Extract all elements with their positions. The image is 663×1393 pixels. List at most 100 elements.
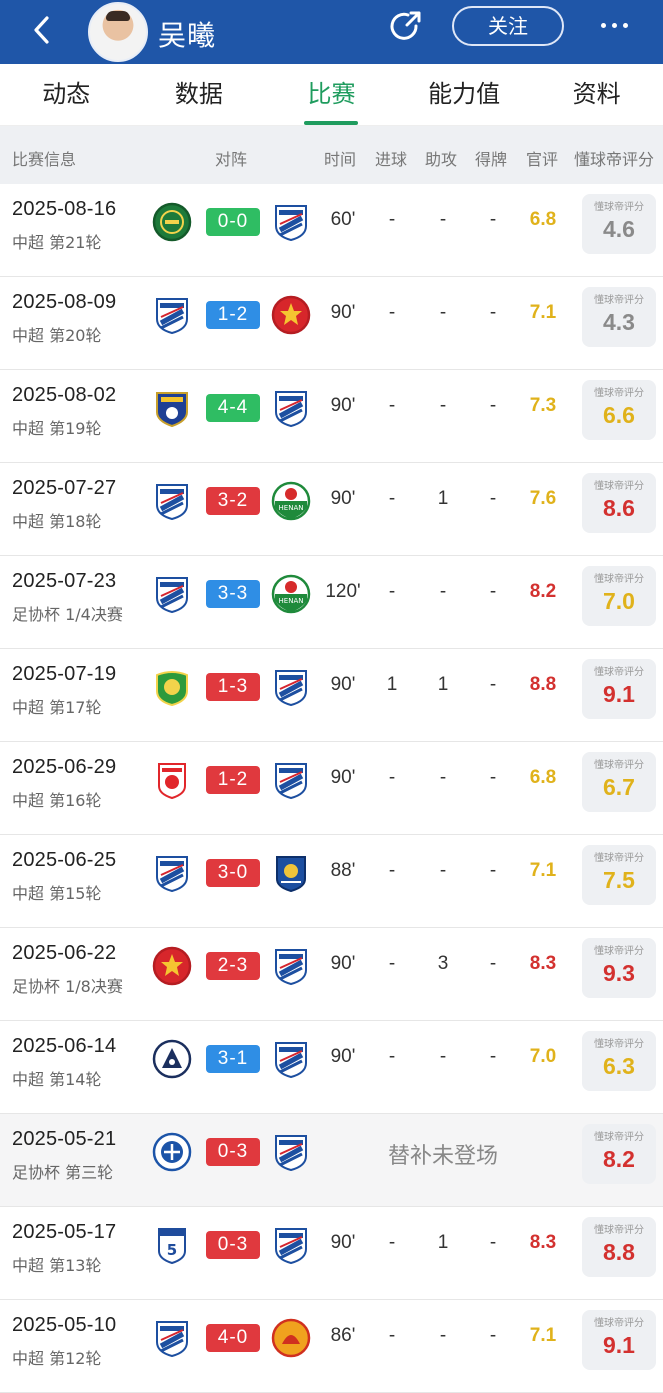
match-row[interactable]: 2025-05-10 中超 第12轮 4-0 86' - - - 7.1 懂球帝评分 9.1 <box>0 1300 663 1393</box>
assists-value: 1 <box>437 1232 449 1253</box>
match-score[interactable]: 3-2 <box>206 487 260 515</box>
match-score[interactable]: 4-4 <box>206 394 260 422</box>
match-row[interactable]: 2025-05-17 中超 第13轮 5 0-3 90' - 1 - 8.3 懂球帝评分 8.8 <box>0 1207 663 1300</box>
home-team-crest[interactable] <box>152 1132 192 1172</box>
dqd-rating-badge[interactable]: 懂球帝评分 9.1 <box>582 1310 656 1370</box>
away-team-crest[interactable] <box>271 853 311 893</box>
away-team-crest[interactable] <box>271 1039 311 1079</box>
away-team-crest[interactable] <box>271 667 311 707</box>
match-row[interactable]: 2025-07-19 中超 第17轮 1-3 90' 1 1 - 8.8 懂球帝评分 9.1 <box>0 649 663 742</box>
home-team-crest[interactable] <box>152 295 192 335</box>
away-team-crest[interactable] <box>271 1132 311 1172</box>
player-name: 吴曦 <box>158 19 217 52</box>
match-date: 2025-07-19 <box>12 663 117 685</box>
match-row[interactable]: 2025-08-09 中超 第20轮 1-2 90' - - - 7.1 懂球帝评分 4.3 <box>0 277 663 370</box>
away-team-crest[interactable]: HENAN <box>271 481 311 521</box>
home-team-crest[interactable] <box>152 388 192 428</box>
home-team-crest[interactable]: 5 <box>152 1225 192 1265</box>
col-assists: 助攻 <box>425 150 458 169</box>
dqd-rating-badge[interactable]: 懂球帝评分 9.3 <box>582 938 656 998</box>
dqd-rating-badge[interactable]: 懂球帝评分 8.8 <box>582 1217 656 1277</box>
dqd-rating-badge[interactable]: 懂球帝评分 9.1 <box>582 659 656 719</box>
match-row[interactable]: 2025-06-29 中超 第16轮 1-2 90' - - - 6.8 懂球帝评分 6.7 <box>0 742 663 835</box>
assists-value: - <box>439 395 447 416</box>
match-competition: 中超 第20轮 <box>12 326 102 345</box>
follow-button[interactable]: 关注 <box>452 6 564 46</box>
goals-value: - <box>388 581 396 602</box>
match-score[interactable]: 1-3 <box>206 673 260 701</box>
minutes-played: 120' <box>325 581 361 602</box>
match-score[interactable]: 1-2 <box>206 766 260 794</box>
match-score[interactable]: 0-0 <box>206 208 260 236</box>
home-team-crest[interactable] <box>152 946 192 986</box>
home-team-crest[interactable] <box>152 1039 192 1079</box>
cards-value: - <box>489 1046 497 1067</box>
tab-stats[interactable]: 数据 <box>133 64 266 125</box>
tab-news[interactable]: 动态 <box>0 64 133 125</box>
match-score[interactable]: 4-0 <box>206 1324 260 1352</box>
away-team-crest[interactable] <box>271 1225 311 1265</box>
col-cards: 得牌 <box>475 150 508 169</box>
match-row[interactable]: 2025-07-27 中超 第18轮 3-2 HENAN 90' - 1 - 7.6 懂球帝评分 8… <box>0 463 663 556</box>
match-score[interactable]: 2-3 <box>206 952 260 980</box>
away-team-crest[interactable] <box>271 295 311 335</box>
dqd-rating-badge[interactable]: 懂球帝评分 7.5 <box>582 845 656 905</box>
home-team-crest[interactable] <box>152 760 192 800</box>
official-rating: 8.8 <box>529 674 557 695</box>
match-score[interactable]: 0-3 <box>206 1138 260 1166</box>
match-score[interactable]: 3-0 <box>206 859 260 887</box>
match-row[interactable]: 2025-08-16 中超 第21轮 0-0 60' - - - 6.8 懂球帝评分 4.6 <box>0 184 663 277</box>
dqd-rating-label: 懂球帝评分 <box>594 667 644 678</box>
home-team-crest[interactable] <box>152 853 192 893</box>
away-team-crest[interactable] <box>271 1318 311 1358</box>
match-row[interactable]: 2025-07-23 足协杯 1/4决赛 3-3 HENAN 120' - - - 8.2 懂球帝… <box>0 556 663 649</box>
official-rating: 7.0 <box>529 1046 557 1067</box>
home-team-crest[interactable] <box>152 202 192 242</box>
goals-value: - <box>388 488 396 509</box>
official-rating: 8.2 <box>529 581 557 602</box>
dqd-rating-value: 7.5 <box>603 867 635 893</box>
assists-value: 1 <box>437 674 449 695</box>
away-team-crest[interactable] <box>271 388 311 428</box>
away-team-crest[interactable] <box>271 760 311 800</box>
away-team-crest[interactable] <box>271 946 311 986</box>
tab-ability[interactable]: 能力值 <box>398 64 531 125</box>
dqd-rating-badge[interactable]: 懂球帝评分 4.3 <box>582 287 656 347</box>
match-row[interactable]: 2025-08-02 中超 第19轮 4-4 90' - - - 7.3 懂球帝评分 6.6 <box>0 370 663 463</box>
goals-value: - <box>388 953 396 974</box>
match-row[interactable]: 2025-06-25 中超 第15轮 3-0 88' - - - 7.1 懂球帝评分 7.5 <box>0 835 663 928</box>
assists-value: - <box>439 1046 447 1067</box>
home-team-crest[interactable] <box>152 481 192 521</box>
match-competition: 中超 第14轮 <box>12 1070 102 1089</box>
cards-value: - <box>489 395 497 416</box>
dqd-rating-badge[interactable]: 懂球帝评分 4.6 <box>582 194 656 254</box>
match-date: 2025-06-29 <box>12 756 117 778</box>
match-score[interactable]: 1-2 <box>206 301 260 329</box>
match-row[interactable]: 2025-06-22 足协杯 1/8决赛 2-3 90' - 3 - 8.3 懂球帝评分 9.3 <box>0 928 663 1021</box>
dqd-rating-badge[interactable]: 懂球帝评分 8.6 <box>582 473 656 533</box>
away-team-crest[interactable] <box>271 202 311 242</box>
dqd-rating-badge[interactable]: 懂球帝评分 6.6 <box>582 380 656 440</box>
match-row[interactable]: 2025-06-14 中超 第14轮 3-1 90' - - - 7.0 懂球帝评分 6.3 <box>0 1021 663 1114</box>
more-icon[interactable] <box>594 9 634 41</box>
player-avatar[interactable] <box>88 2 148 62</box>
dqd-rating-badge[interactable]: 懂球帝评分 6.7 <box>582 752 656 812</box>
dqd-rating-badge[interactable]: 懂球帝评分 8.2 <box>582 1124 656 1184</box>
dqd-rating-badge[interactable]: 懂球帝评分 6.3 <box>582 1031 656 1091</box>
home-team-crest[interactable] <box>152 574 192 614</box>
tab-profile[interactable]: 资料 <box>530 64 663 125</box>
dqd-rating-badge[interactable]: 懂球帝评分 7.0 <box>582 566 656 626</box>
match-row[interactable]: 2025-05-21 足协杯 第三轮 0-3 替补未登场 懂球帝评分 8.2 <box>0 1114 663 1207</box>
match-score[interactable]: 0-3 <box>206 1231 260 1259</box>
share-icon[interactable] <box>386 8 424 46</box>
dqd-rating-label: 懂球帝评分 <box>594 1132 644 1143</box>
svg-text:5: 5 <box>167 1241 177 1259</box>
match-score[interactable]: 3-3 <box>206 580 260 608</box>
match-score[interactable]: 3-1 <box>206 1045 260 1073</box>
home-team-crest[interactable] <box>152 1318 192 1358</box>
away-team-crest[interactable]: HENAN <box>271 574 311 614</box>
back-icon[interactable] <box>22 10 62 50</box>
tab-matches[interactable]: 比赛 <box>265 64 398 125</box>
goals-value: - <box>388 302 396 323</box>
home-team-crest[interactable] <box>152 667 192 707</box>
